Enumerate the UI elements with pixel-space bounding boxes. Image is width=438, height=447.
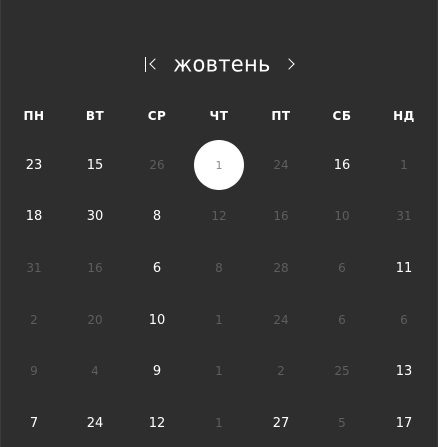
- day-cell[interactable]: 1: [194, 346, 244, 396]
- day-cell[interactable]: 30: [70, 191, 120, 241]
- day-cell[interactable]: 2: [9, 295, 59, 345]
- day-cell[interactable]: 1: [379, 140, 429, 190]
- day-cell[interactable]: 28: [256, 243, 306, 293]
- day-cell[interactable]: 26: [132, 140, 182, 190]
- day-cell[interactable]: 24: [70, 398, 120, 447]
- day-grid: 23 15 26 1 24 16 1 18 30 8 12 16 10 31 31 16 6 8 28 6 11 2 20 1…: [1, 0, 438, 447]
- day-cell[interactable]: 9: [9, 346, 59, 396]
- day-cell[interactable]: 5: [317, 398, 367, 447]
- day-cell[interactable]: 6: [317, 295, 367, 345]
- day-cell[interactable]: 8: [132, 191, 182, 241]
- day-cell[interactable]: 1: [194, 295, 244, 345]
- day-cell[interactable]: 25: [317, 346, 367, 396]
- day-cell[interactable]: 8: [194, 243, 244, 293]
- day-cell[interactable]: 6: [132, 243, 182, 293]
- day-cell[interactable]: 12: [132, 398, 182, 447]
- day-cell[interactable]: 2: [256, 346, 306, 396]
- day-cell[interactable]: 12: [194, 191, 244, 241]
- day-cell[interactable]: 24: [256, 295, 306, 345]
- day-cell[interactable]: 11: [379, 243, 429, 293]
- day-cell[interactable]: 23: [9, 140, 59, 190]
- day-cell[interactable]: 10: [132, 295, 182, 345]
- day-cell[interactable]: 16: [256, 191, 306, 241]
- day-cell[interactable]: 31: [9, 243, 59, 293]
- day-cell-selected[interactable]: 1: [194, 140, 244, 190]
- day-cell[interactable]: 6: [317, 243, 367, 293]
- day-cell[interactable]: 31: [379, 191, 429, 241]
- day-cell[interactable]: 9: [132, 346, 182, 396]
- day-cell[interactable]: 16: [70, 243, 120, 293]
- day-cell[interactable]: 18: [9, 191, 59, 241]
- day-cell[interactable]: 24: [256, 140, 306, 190]
- calendar: жовтень ПН ВТ СР ЧТ ПТ СБ НД 23 15 26 1 24 16 1 18 30 8…: [0, 0, 438, 447]
- day-cell[interactable]: 16: [317, 140, 367, 190]
- day-cell[interactable]: 6: [379, 295, 429, 345]
- day-cell[interactable]: 27: [256, 398, 306, 447]
- day-cell[interactable]: 20: [70, 295, 120, 345]
- day-cell[interactable]: 13: [379, 346, 429, 396]
- day-cell[interactable]: 4: [70, 346, 120, 396]
- day-cell[interactable]: 15: [70, 140, 120, 190]
- day-cell[interactable]: 17: [379, 398, 429, 447]
- day-cell[interactable]: 1: [194, 398, 244, 447]
- day-cell[interactable]: 7: [9, 398, 59, 447]
- day-cell[interactable]: 10: [317, 191, 367, 241]
